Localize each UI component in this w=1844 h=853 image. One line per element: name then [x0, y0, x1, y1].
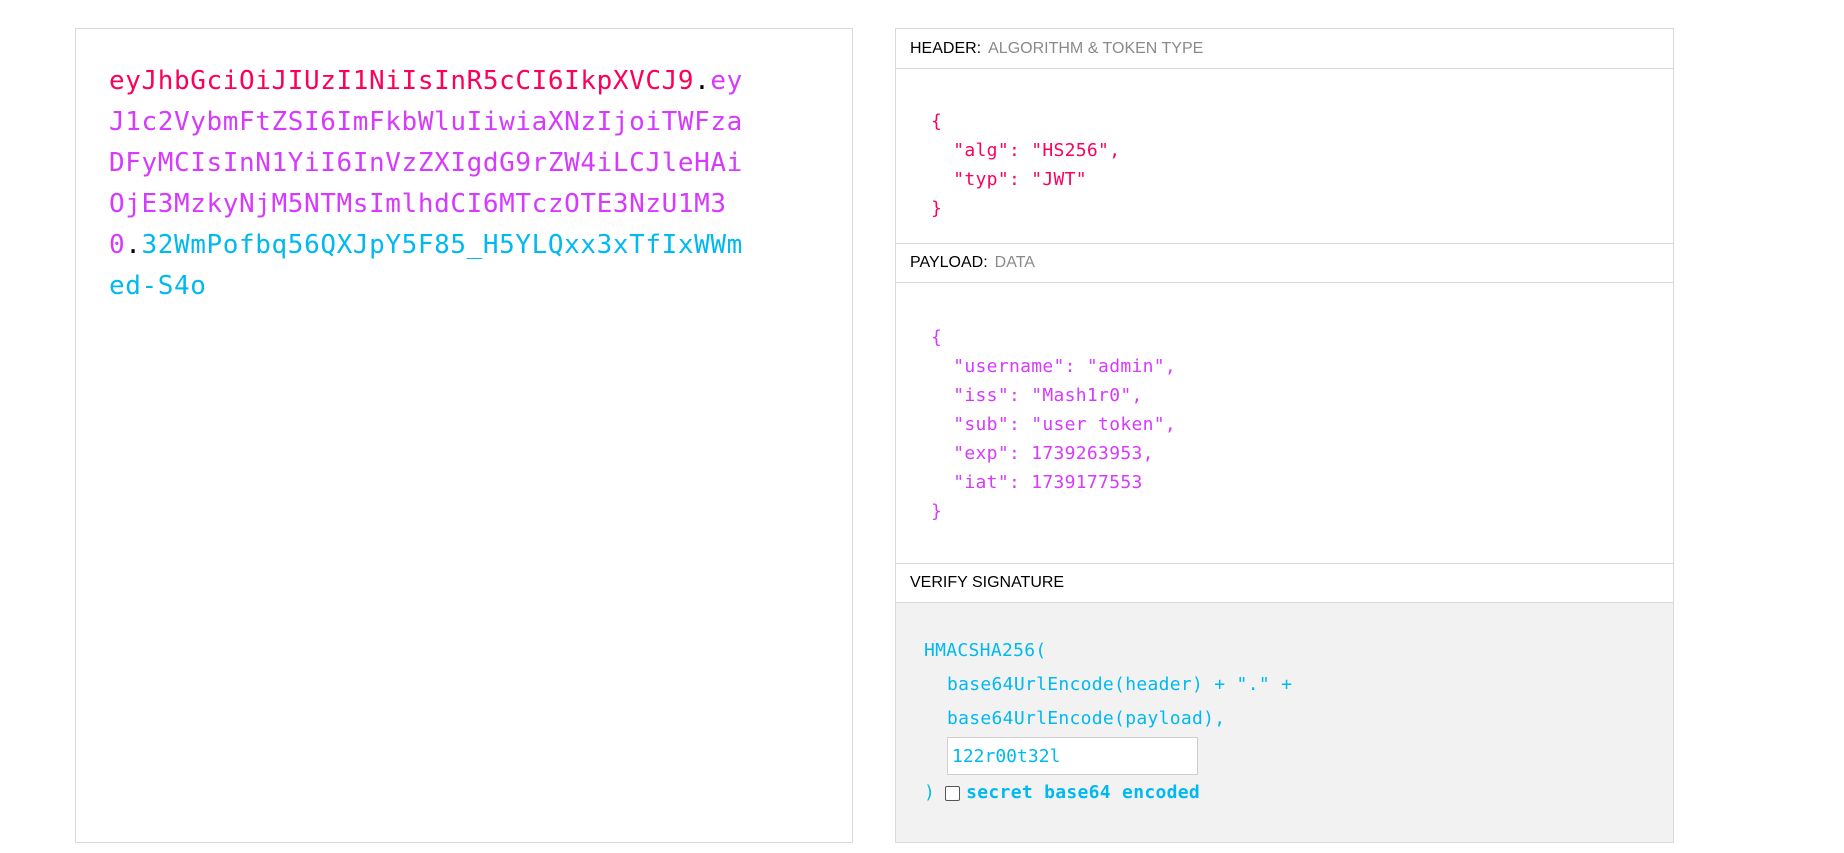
hmac-function-line: HMACSHA256(: [924, 640, 1047, 661]
closing-paren: ): [924, 782, 936, 803]
header-encode-line: base64UrlEncode(header) + "." +: [947, 674, 1293, 695]
payload-section-sublabel: DATA: [994, 254, 1035, 271]
header-section-sublabel: ALGORITHM & TOKEN TYPE: [988, 39, 1204, 57]
payload-section-label: PAYLOAD:: [910, 254, 988, 271]
payload-encode-line: base64UrlEncode(payload),: [947, 708, 1226, 729]
encoded-separator-dot: .: [125, 230, 142, 260]
secret-base64-checkbox[interactable]: [945, 785, 961, 801]
verify-signature-section-title: VERIFY SIGNATURE: [896, 563, 1673, 603]
verify-signature-body: HMACSHA256( base64UrlEncode(header) + ".…: [896, 603, 1673, 842]
secret-input[interactable]: [947, 737, 1198, 775]
verify-signature-code: HMACSHA256( base64UrlEncode(header) + ".…: [924, 634, 1292, 810]
encoded-signature-part: 32WmPofbq56QXJpY5F85_H5YLQxx3xTfIxWWmed-…: [109, 230, 743, 301]
encoded-separator-dot: .: [694, 66, 711, 96]
secret-base64-checkbox-label[interactable]: secret base64 encoded: [966, 776, 1200, 810]
secret-input-row: [924, 736, 1292, 776]
encoded-token-panel[interactable]: eyJhbGciOiJIUzI1NiIsInR5cCI6IkpXVCJ9.eyJ…: [75, 28, 853, 843]
header-section-title: HEADER: ALGORITHM & TOKEN TYPE: [896, 29, 1673, 69]
encoded-token-textarea[interactable]: eyJhbGciOiJIUzI1NiIsInR5cCI6IkpXVCJ9.eyJ…: [109, 61, 759, 307]
header-json-editor[interactable]: { "alg": "HS256", "typ": "JWT" }: [931, 107, 1120, 223]
header-section-label: HEADER:: [910, 39, 982, 57]
encoded-header-part: eyJhbGciOiJIUzI1NiIsInR5cCI6IkpXVCJ9: [109, 66, 695, 96]
payload-json-editor[interactable]: { "username": "admin", "iss": "Mash1r0",…: [931, 323, 1176, 526]
secret-encoding-row: ) secret base64 encoded: [924, 776, 1292, 810]
jwt-debugger: eyJhbGciOiJIUzI1NiIsInR5cCI6IkpXVCJ9.eyJ…: [0, 0, 1844, 853]
payload-section-title: PAYLOAD: DATA: [896, 243, 1673, 283]
decoded-token-panel: HEADER: ALGORITHM & TOKEN TYPE { "alg": …: [895, 28, 1674, 843]
verify-signature-label: VERIFY SIGNATURE: [910, 574, 1065, 591]
